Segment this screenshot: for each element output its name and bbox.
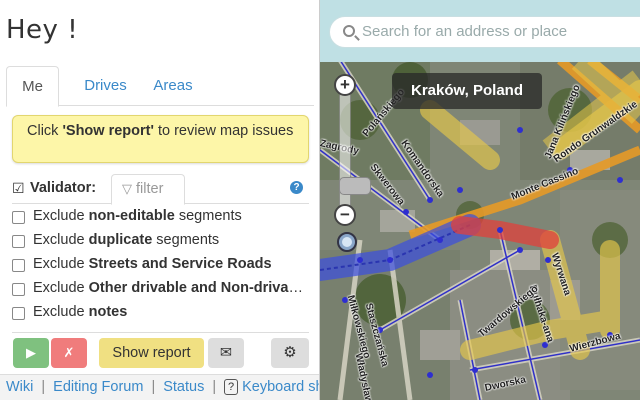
filter-label: filter (136, 181, 164, 197)
separator: | (41, 379, 46, 395)
notice-prefix: Click (27, 123, 63, 139)
validator-options: Exclude non-editable segments Exclude du… (12, 207, 312, 327)
separator: | (212, 379, 217, 395)
option-pre: Exclude (33, 256, 89, 272)
show-report-notice: Click 'Show report' to review map issues (12, 115, 309, 163)
filter-tab[interactable]: ▽ filter (111, 174, 185, 205)
option-exclude-other-drivable[interactable]: Exclude Other drivable and Non-drivable (12, 279, 312, 303)
option-exclude-duplicate[interactable]: Exclude duplicate segments (12, 231, 312, 255)
option-pre: Exclude (33, 232, 89, 248)
map-search-bar (320, 0, 640, 62)
keyboard-icon: ? (224, 379, 239, 395)
show-report-button[interactable]: Show report (99, 338, 204, 368)
option-bold: non-editable (88, 208, 175, 224)
user-greeting: Hey ! (6, 15, 79, 45)
location-label: Kraków, Poland (392, 73, 542, 109)
zoom-slider-handle[interactable] (339, 177, 371, 195)
option-pre: Exclude (33, 208, 89, 224)
option-bold: duplicate (88, 232, 153, 248)
map-view[interactable]: Rondo Grunwaldzkie Monte Cassino Jana Ki… (320, 0, 640, 400)
validator-checkbox[interactable]: ☑ (12, 180, 25, 197)
play-button[interactable]: ▶ (13, 338, 49, 368)
option-checkbox[interactable] (12, 259, 25, 272)
search-input[interactable] (362, 23, 622, 40)
zoom-control: + − (330, 70, 371, 260)
notice-suffix: to review map issues (153, 123, 294, 139)
option-post: segments (152, 232, 220, 248)
option-exclude-non-editable[interactable]: Exclude non-editable segments (12, 207, 312, 231)
option-bold: Streets and Service Roads (88, 256, 272, 272)
option-bold: notes (88, 304, 128, 320)
sidebar-panel: Hey ! Me Drives Areas Click 'Show report… (0, 0, 320, 400)
status-link[interactable]: Status (163, 379, 204, 395)
action-buttons: ▶ ✗ Show report ✉ ⚙ (12, 332, 309, 372)
option-checkbox[interactable] (12, 283, 25, 296)
notice-bold: 'Show report' (62, 123, 154, 139)
tab-drives[interactable]: Drives (68, 66, 143, 106)
search-box[interactable] (329, 16, 640, 48)
option-pre: Exclude (33, 280, 89, 296)
street-view-icon[interactable] (337, 232, 357, 252)
tab-me[interactable]: Me (6, 66, 59, 107)
validator-row: ☑ Validator: ▽ filter ? (12, 174, 309, 205)
separator: | (151, 379, 156, 395)
zoom-out-button[interactable]: − (334, 204, 356, 226)
footer-links: Wiki | Editing Forum | Status |?Keyboard shor… (0, 374, 319, 400)
validator-label: Validator: (30, 180, 97, 196)
option-checkbox[interactable] (12, 235, 25, 248)
search-icon (343, 25, 355, 37)
settings-button[interactable]: ⚙ (271, 338, 309, 368)
editing-forum-link[interactable]: Editing Forum (53, 379, 143, 395)
option-exclude-notes[interactable]: Exclude notes (12, 303, 312, 327)
option-exclude-streets[interactable]: Exclude Streets and Service Roads (12, 255, 312, 279)
stop-button[interactable]: ✗ (51, 338, 87, 368)
tab-bar: Me Drives Areas (6, 66, 314, 107)
option-bold: Other drivable and Non-drivable (88, 280, 309, 296)
option-checkbox[interactable] (12, 307, 25, 320)
wiki-link[interactable]: Wiki (6, 379, 33, 395)
mail-button[interactable]: ✉ (208, 338, 244, 368)
tab-areas[interactable]: Areas (143, 66, 203, 106)
help-icon[interactable]: ? (290, 181, 303, 194)
option-post: segments (174, 208, 242, 224)
keyboard-shortcuts-link[interactable]: Keyboard shortcuts (242, 379, 319, 395)
option-checkbox[interactable] (12, 211, 25, 224)
zoom-in-button[interactable]: + (334, 74, 356, 96)
option-pre: Exclude (33, 304, 89, 320)
filter-icon: ▽ (122, 181, 132, 196)
zoom-slider[interactable] (339, 92, 371, 216)
